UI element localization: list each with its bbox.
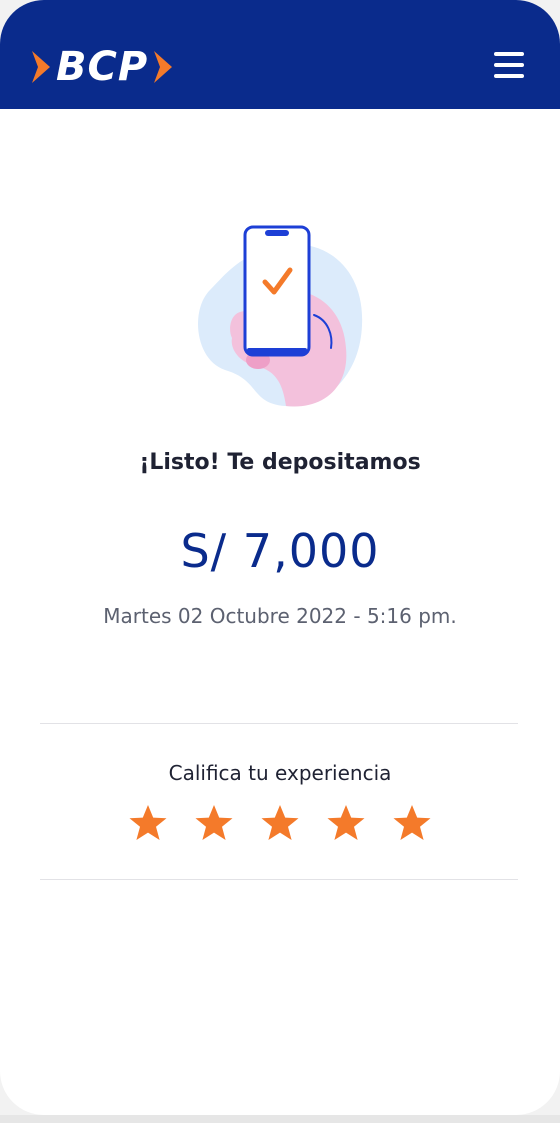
bcp-logo: BCP [28, 44, 176, 90]
star-icon[interactable] [193, 802, 235, 844]
screen-bottom-edge [0, 1115, 560, 1123]
phone-check-illustration [198, 225, 363, 407]
divider-top [40, 723, 518, 724]
star-icon[interactable] [325, 802, 367, 844]
app-screen: BCP ¡Listo! Te depositamos S/ 7,000 Mart… [0, 0, 560, 1115]
rating-stars [0, 802, 560, 844]
app-header: BCP [0, 0, 560, 109]
rating-label: Califica tu experiencia [168, 761, 392, 785]
logo-chevron-right-icon [154, 51, 173, 83]
divider-bottom [40, 879, 518, 880]
deposit-datetime: Martes 02 Octubre 2022 - 5:16 pm. [103, 604, 457, 628]
deposit-amount: S/ 7,000 [180, 524, 380, 578]
logo-chevron-left-icon [32, 51, 50, 83]
star-icon[interactable] [391, 802, 433, 844]
hamburger-menu-icon[interactable] [494, 52, 524, 78]
logo-text: BCP [56, 44, 149, 90]
star-icon[interactable] [127, 802, 169, 844]
star-icon[interactable] [259, 802, 301, 844]
confirmation-title: ¡Listo! Te depositamos [139, 450, 421, 475]
